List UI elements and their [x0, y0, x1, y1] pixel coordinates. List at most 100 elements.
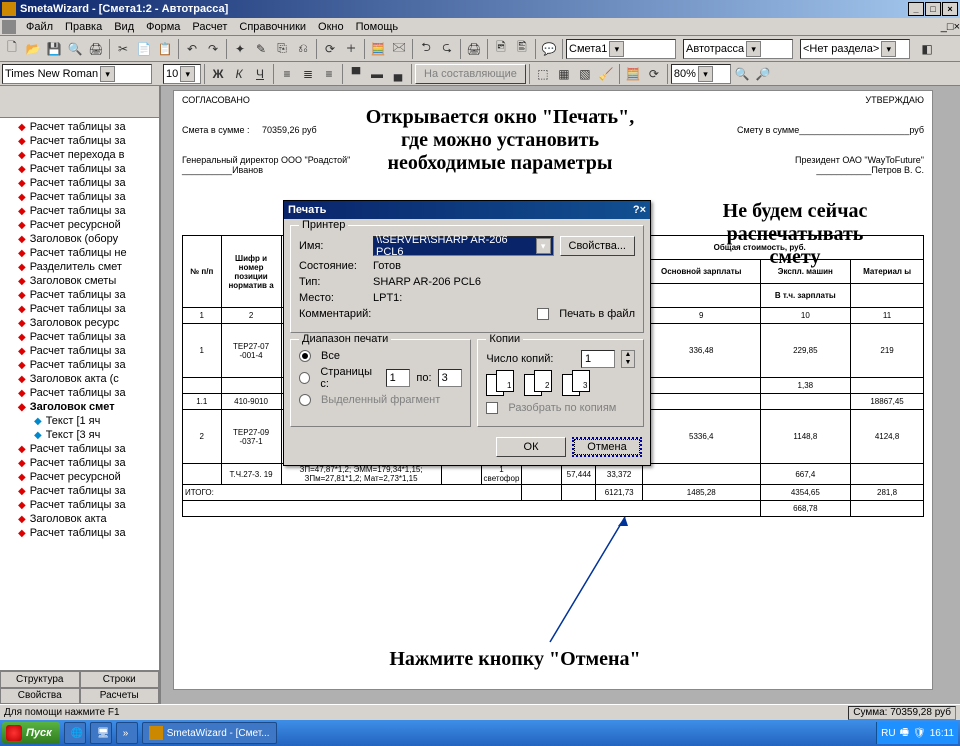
align-left-icon[interactable]: ≡ — [277, 64, 297, 84]
quicklaunch-desktop-icon[interactable]: 🖥 — [90, 722, 112, 744]
redo-icon[interactable]: ↷ — [203, 39, 223, 59]
doc-combo[interactable]: Смета1 ▾ — [566, 39, 676, 59]
page-from-input[interactable]: 1 — [386, 369, 411, 387]
tool2-icon[interactable]: ✎ — [251, 39, 271, 59]
tree-item[interactable]: ◆Расчет таблицы за — [0, 302, 159, 316]
menu-view[interactable]: Вид — [108, 20, 140, 34]
print-icon[interactable]: 🖨 — [86, 39, 106, 59]
tray-icon[interactable]: 🖷 — [900, 725, 909, 742]
cancel-button[interactable]: Отмена — [572, 437, 642, 457]
valign-bot-icon[interactable]: ▄ — [388, 64, 408, 84]
tree-item[interactable]: ◆Расчет таблицы за — [0, 204, 159, 218]
tree-item[interactable]: ◆Заголовок акта (с — [0, 372, 159, 386]
preview-icon[interactable]: 🔍 — [65, 39, 85, 59]
calc-icon[interactable]: 🧮 — [623, 64, 643, 84]
tool8-icon[interactable]: 🖂 — [389, 39, 409, 59]
chevron-down-icon[interactable]: ▾ — [100, 66, 115, 82]
chevron-down-icon[interactable]: ▾ — [698, 66, 713, 82]
tool12-icon[interactable]: 🖺 — [512, 39, 532, 59]
mdi-restore-button[interactable]: □ — [947, 21, 954, 33]
zoomout-icon[interactable]: 🔎 — [753, 64, 773, 84]
quicklaunch-ie-icon[interactable]: 🌐 — [64, 722, 86, 744]
undo-icon[interactable]: ↶ — [182, 39, 202, 59]
align-right-icon[interactable]: ≡ — [319, 64, 339, 84]
tree-item[interactable]: ◆Расчет таблицы за — [0, 288, 159, 302]
properties-button[interactable]: Свойства... — [560, 236, 635, 256]
copies-up-button[interactable]: ▲ — [622, 351, 634, 359]
close-button[interactable]: × — [942, 2, 958, 16]
menu-ref[interactable]: Справочники — [233, 20, 312, 34]
tab-rows[interactable]: Строки — [80, 671, 160, 688]
tree-item[interactable]: ◆Заголовок ресурс — [0, 316, 159, 330]
tree-item[interactable]: ◆Заголовок смет — [0, 400, 159, 414]
tool7-icon[interactable]: 🧮 — [368, 39, 388, 59]
tool11-icon[interactable]: 🖻 — [491, 39, 511, 59]
chevron-down-icon[interactable]: ▾ — [881, 41, 896, 57]
menu-window[interactable]: Окно — [312, 20, 350, 34]
zoom-combo[interactable]: 80% ▾ — [671, 64, 731, 84]
tool10-icon[interactable]: ⮎ — [437, 39, 457, 59]
section-combo[interactable]: <Нет раздела> ▾ — [800, 39, 910, 59]
taskbar-app[interactable]: SmetaWizard - [Смет... — [142, 722, 277, 744]
tree-item[interactable]: ◆Расчет таблицы за — [0, 344, 159, 358]
mdi-close-button[interactable]: × — [954, 21, 960, 33]
minimize-button[interactable]: _ — [908, 2, 924, 16]
tool3-icon[interactable]: ⎘ — [272, 39, 292, 59]
tool4-icon[interactable]: ⎌ — [293, 39, 313, 59]
underline-icon[interactable]: Ч — [250, 64, 270, 84]
radio-all[interactable] — [299, 350, 311, 362]
ok-button[interactable]: ОК — [496, 437, 566, 457]
tool-icon[interactable]: ✦ — [230, 39, 250, 59]
save-icon[interactable]: 💾 — [44, 39, 64, 59]
refresh-icon[interactable]: ⟳ — [644, 64, 664, 84]
system-tray[interactable]: RU 🖷 🛡 16:11 — [876, 722, 958, 744]
tree-item[interactable]: ◆Заголовок акта — [0, 512, 159, 526]
print2-icon[interactable]: 🖨 — [464, 39, 484, 59]
restore-button[interactable]: □ — [925, 2, 941, 16]
copy-icon[interactable]: 📄 — [134, 39, 154, 59]
tree-item[interactable]: ◆Расчет таблицы за — [0, 456, 159, 470]
tool5-icon[interactable]: ⟳ — [320, 39, 340, 59]
zoomin-icon[interactable]: 🔍 — [732, 64, 752, 84]
tree-item[interactable]: ◆Расчет ресурсной — [0, 218, 159, 232]
doc-sys-icon[interactable] — [2, 20, 16, 34]
tree-item[interactable]: ◆Расчет таблицы за — [0, 134, 159, 148]
open-icon[interactable]: 📂 — [23, 39, 43, 59]
merge-icon[interactable]: ⬚ — [533, 64, 553, 84]
tree-item[interactable]: ◆Расчет ресурсной — [0, 470, 159, 484]
border-icon[interactable]: ▦ — [554, 64, 574, 84]
tree-item[interactable]: ◆Расчет таблицы за — [0, 120, 159, 134]
copies-input[interactable]: 1 — [581, 350, 615, 368]
copies-down-button[interactable]: ▼ — [622, 359, 634, 367]
tree-item[interactable]: ◆Расчет таблицы за — [0, 330, 159, 344]
tree-item[interactable]: ◆Разделитель смет — [0, 260, 159, 274]
tree-item[interactable]: ◆Заголовок (обору — [0, 232, 159, 246]
tree-item[interactable]: ◆Заголовок сметы — [0, 274, 159, 288]
tool14-icon[interactable]: ◧ — [917, 39, 937, 59]
bold-icon[interactable]: Ж — [208, 64, 228, 84]
tree-item[interactable]: ◆Текст [1 яч — [0, 414, 159, 428]
chevron-down-icon[interactable]: ▾ — [180, 66, 195, 82]
page-to-input[interactable]: 3 — [438, 369, 463, 387]
chevron-down-icon[interactable]: ▾ — [536, 238, 551, 254]
new-icon[interactable]: 🗋 — [2, 39, 22, 59]
font-combo[interactable]: Times New Roman ▾ — [2, 64, 152, 84]
tree-list[interactable]: ◆Расчет таблицы за◆Расчет таблицы за◆Рас… — [0, 118, 159, 670]
tree-item[interactable]: ◆Расчет таблицы за — [0, 162, 159, 176]
tab-calcs[interactable]: Расчеты — [80, 688, 160, 705]
valign-top-icon[interactable]: ▀ — [346, 64, 366, 84]
tab-structure[interactable]: Структура — [0, 671, 80, 688]
lang-indicator[interactable]: RU — [881, 728, 895, 739]
tool9-icon[interactable]: ⮌ — [416, 39, 436, 59]
tree-item[interactable]: ◆Расчет таблицы за — [0, 484, 159, 498]
quicklaunch-expand-icon[interactable]: » — [116, 722, 138, 744]
tray-icon[interactable]: 🛡 — [913, 728, 926, 739]
tree-item[interactable]: ◆Текст [3 яч — [0, 428, 159, 442]
italic-icon[interactable]: К — [229, 64, 249, 84]
tree-item[interactable]: ◆Расчет таблицы за — [0, 358, 159, 372]
start-button[interactable]: Пуск — [2, 722, 60, 744]
menu-edit[interactable]: Правка — [59, 20, 108, 34]
chevron-down-icon[interactable]: ▾ — [746, 41, 761, 57]
chevron-down-icon[interactable]: ▾ — [609, 41, 624, 57]
radio-pages[interactable] — [299, 372, 310, 384]
